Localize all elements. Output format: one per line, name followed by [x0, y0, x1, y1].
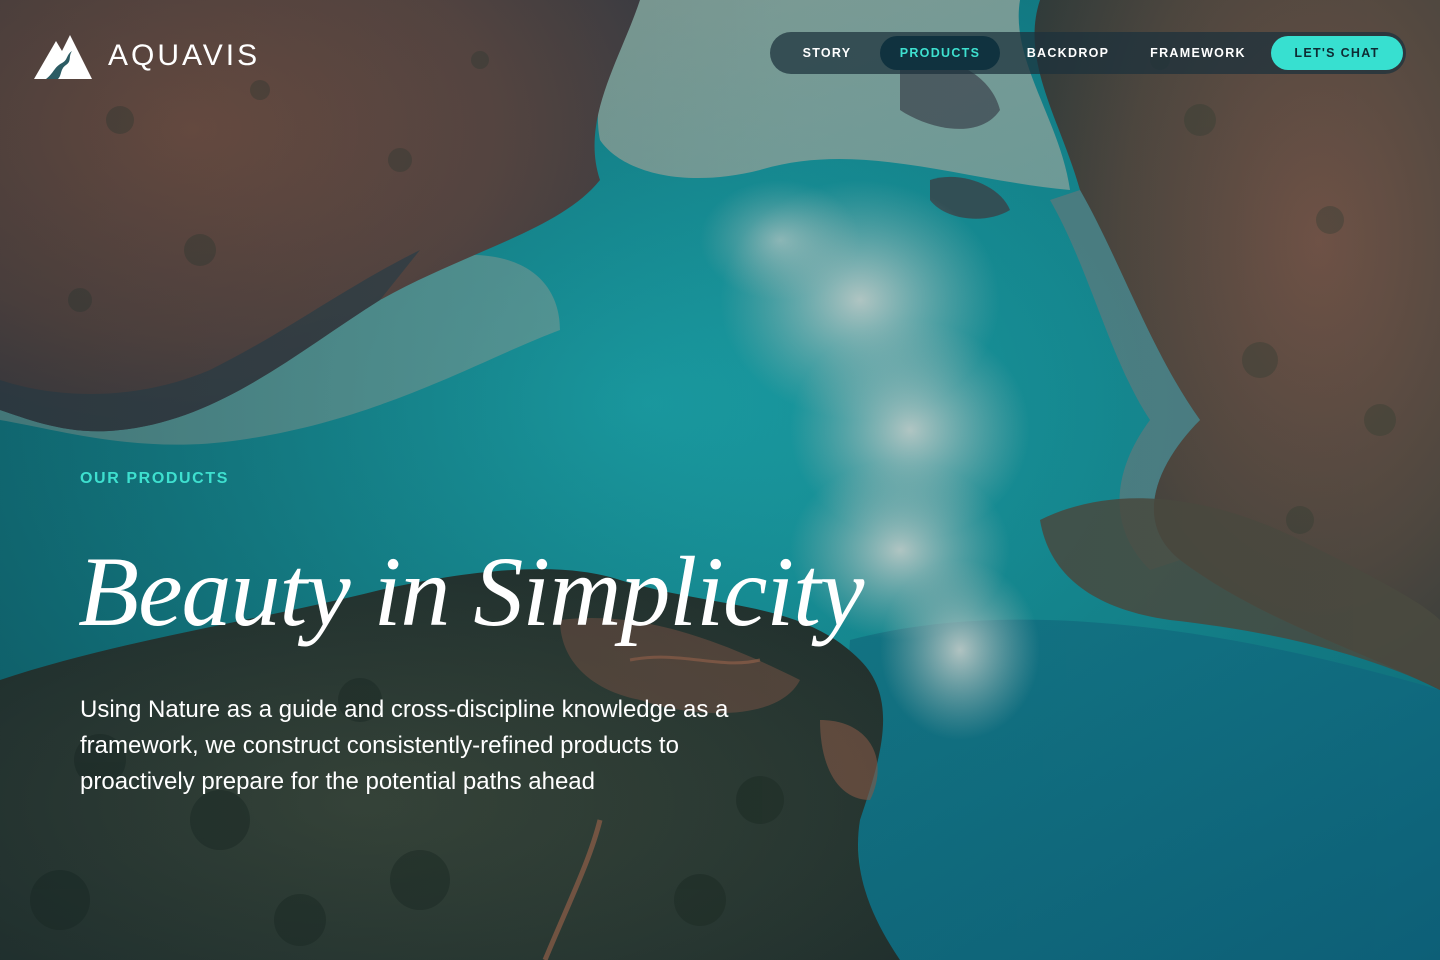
page: AQUAVIS STORY PRODUCTS BACKDROP FRAMEWOR…: [0, 0, 1440, 960]
nav-item-products[interactable]: PRODUCTS: [880, 36, 1000, 70]
main-nav: STORY PRODUCTS BACKDROP FRAMEWORK LET'S …: [770, 32, 1406, 74]
hero-eyebrow: OUR PRODUCTS: [80, 470, 229, 487]
brand-name: AQUAVIS: [108, 39, 261, 72]
nav-item-framework[interactable]: FRAMEWORK: [1132, 36, 1264, 70]
mountain-river-logo-icon: [32, 31, 94, 81]
hero-description: Using Nature as a guide and cross-discip…: [80, 696, 729, 795]
hero-title: Beauty in Simplicity: [78, 536, 864, 647]
brand-logo[interactable]: AQUAVIS: [32, 30, 260, 82]
nav-item-story[interactable]: STORY: [778, 36, 876, 70]
lets-chat-button[interactable]: LET'S CHAT: [1271, 36, 1403, 70]
nav-item-backdrop[interactable]: BACKDROP: [1004, 36, 1132, 70]
